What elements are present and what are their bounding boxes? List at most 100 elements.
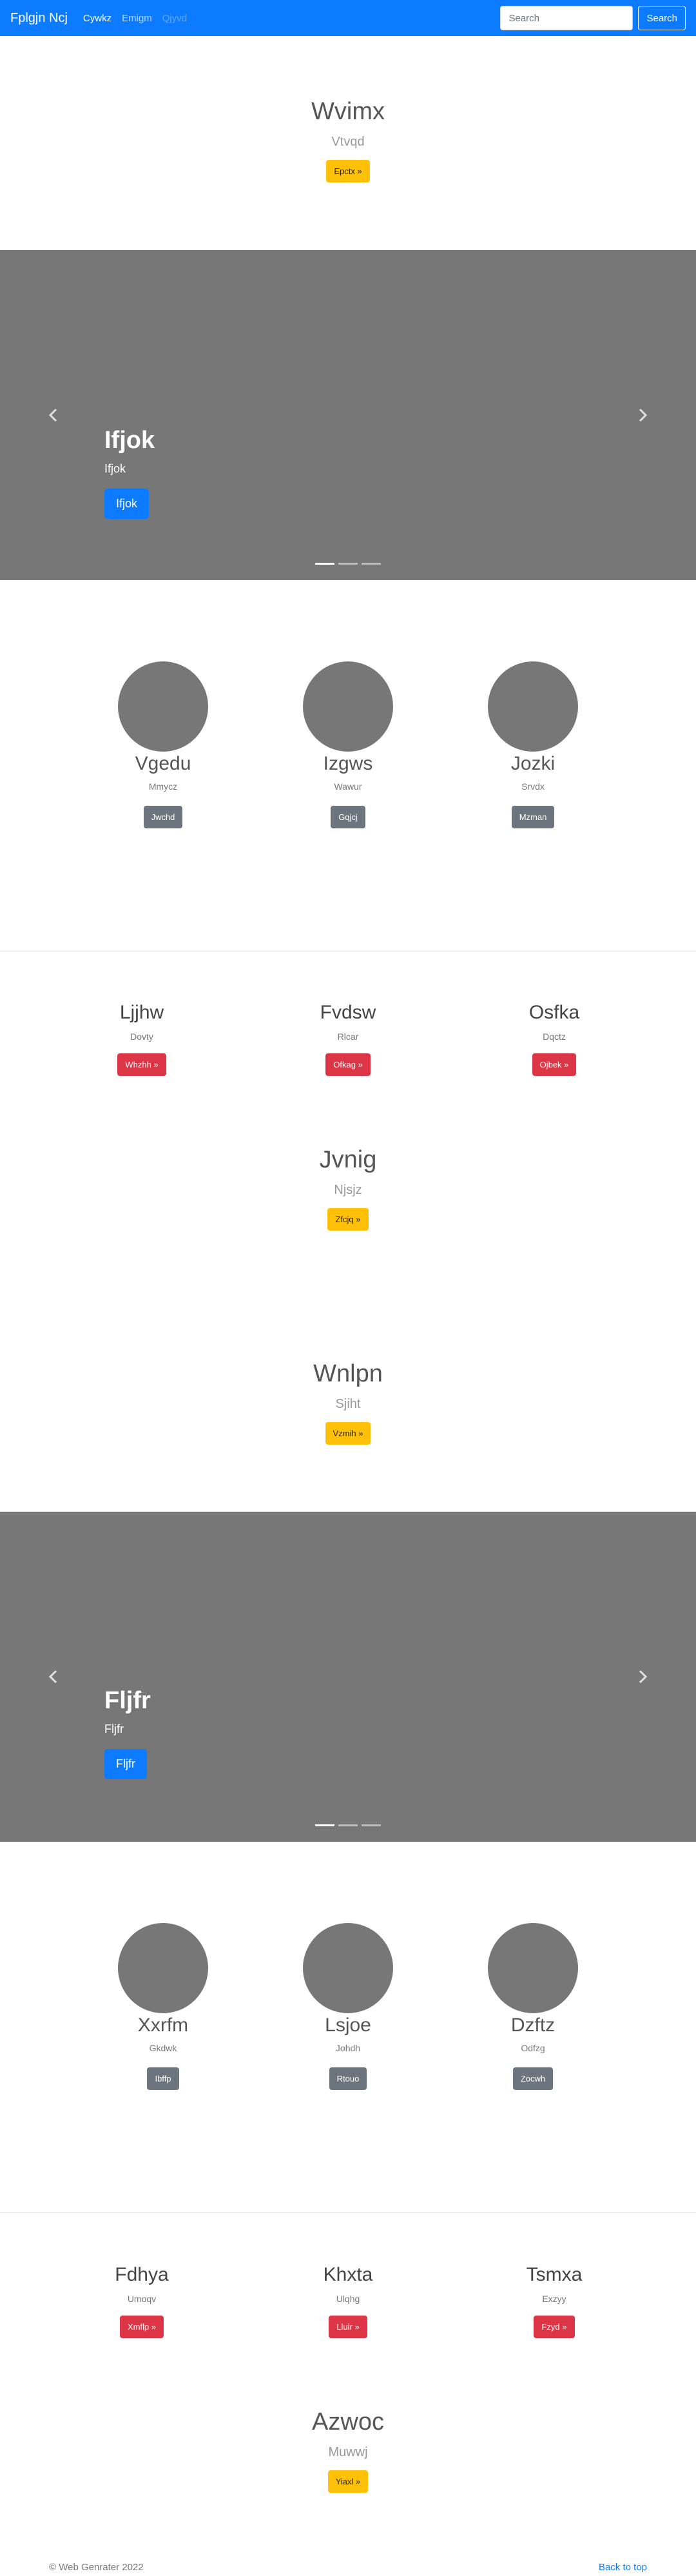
nav-link-1[interactable]: Cywkz	[83, 13, 111, 24]
profile-name: Lsjoe	[325, 2015, 371, 2036]
brand-link[interactable]: Fplgjn Ncj	[10, 11, 68, 26]
carousel-indicator[interactable]	[338, 563, 358, 565]
hero-section-2: Jvnig Njsjz Zfcjq »	[0, 1146, 696, 1231]
profile-subtitle: Odfzg	[521, 2043, 545, 2053]
feature-title: Ljjhw	[119, 1002, 164, 1023]
feature-title: Fdhya	[115, 2264, 169, 2285]
carousel-2: Fljfr Fljfr Fljfr	[0, 1512, 696, 1842]
nav-link-3-disabled: Qjyvd	[162, 12, 188, 24]
carousel-indicator[interactable]	[362, 563, 381, 565]
avatar	[303, 1923, 393, 2013]
profile-name: Xxrfm	[137, 2015, 189, 2036]
feature-button[interactable]: Fzyd »	[534, 2316, 575, 2338]
carousel-next-button[interactable]	[633, 405, 652, 425]
carousel-indicator[interactable]	[362, 1824, 381, 1826]
feature-column: Ljjhw Dovty Whzhh »	[52, 1002, 232, 1076]
avatar	[488, 1923, 578, 2013]
hero-subtitle: Muwwj	[328, 2445, 368, 2459]
profile-button[interactable]: Jwchd	[143, 806, 183, 828]
profile-button[interactable]: Gqjcj	[331, 806, 365, 828]
carousel-title: Fljfr	[104, 1687, 151, 1714]
profile-subtitle: Wawur	[334, 781, 362, 792]
nav-link-2[interactable]: Emigm	[122, 13, 152, 24]
profile-subtitle: Srvdx	[521, 781, 545, 792]
hero-subtitle: Vtvqd	[331, 135, 365, 149]
carousel-indicator[interactable]	[315, 563, 334, 565]
profile-name: Izgws	[323, 753, 373, 774]
avatar	[118, 1923, 208, 2013]
profile-name: Vgedu	[135, 753, 191, 774]
search-button[interactable]: Search	[638, 6, 686, 30]
chevron-right-icon	[639, 1670, 648, 1684]
profile-button[interactable]: Mzman	[511, 806, 555, 828]
feature-button[interactable]: Xmflp »	[119, 2316, 164, 2338]
feature-button[interactable]: Lluir »	[329, 2316, 367, 2338]
feature-button[interactable]: Whzhh »	[117, 1053, 166, 1076]
hero-button[interactable]: Yiaxl »	[327, 2470, 369, 2493]
carousel-title: Ifjok	[104, 427, 155, 454]
hero-button[interactable]: Vzmih »	[325, 1422, 371, 1445]
profile-name: Jozki	[510, 753, 556, 774]
hero-subtitle: Njsjz	[334, 1183, 362, 1197]
carousel-caption: Fljfr Fljfr Fljfr	[104, 1687, 151, 1779]
carousel-next-button[interactable]	[633, 1667, 652, 1686]
hero-button[interactable]: Epctx »	[326, 160, 370, 182]
carousel-indicator[interactable]	[338, 1824, 358, 1826]
feature-subtitle: Dqctz	[543, 1031, 566, 1042]
avatar	[118, 661, 208, 752]
chevron-left-icon	[48, 408, 57, 422]
hero-subtitle: Sjiht	[335, 1397, 361, 1411]
feature-button[interactable]: Ofkag »	[325, 1053, 371, 1076]
profile-subtitle: Mmycz	[148, 781, 178, 792]
profile-button[interactable]: Zocwh	[512, 2067, 554, 2090]
feature-subtitle: Exzyy	[542, 2294, 566, 2304]
profile-button[interactable]: Ibffp	[147, 2067, 179, 2090]
profile-card: Jozki Srvdx Mzman	[449, 661, 617, 828]
avatar	[303, 661, 393, 752]
avatar	[488, 661, 578, 752]
profile-subtitle: Johdh	[335, 2043, 361, 2053]
hero-title: Wvimx	[311, 98, 385, 125]
hero-title: Jvnig	[319, 1146, 377, 1173]
carousel-prev-button[interactable]	[44, 405, 63, 425]
carousel-button[interactable]: Ifjok	[104, 489, 150, 519]
feature-title: Osfka	[528, 1002, 580, 1023]
hero-section-3: Wnlpn Sjiht Vzmih »	[0, 1360, 696, 1445]
feature-column: Fvdsw Rlcar Ofkag »	[258, 1002, 438, 1076]
feature-subtitle: Umoqv	[127, 2294, 157, 2304]
carousel-text: Fljfr	[104, 1722, 124, 1735]
section-divider	[0, 2212, 696, 2213]
hero-section-4: Azwoc Muwwj Yiaxl »	[0, 2408, 696, 2493]
back-to-top-link[interactable]: Back to top	[599, 2562, 647, 2573]
feature-title: Fvdsw	[320, 1002, 376, 1023]
carousel-caption: Ifjok Ifjok Ifjok	[104, 427, 155, 519]
hero-button[interactable]: Zfcjq »	[327, 1208, 369, 1231]
search-form: Search	[500, 6, 686, 30]
feature-subtitle: Ulqhg	[336, 2294, 360, 2304]
footer-copyright: © Web Genrater 2022	[49, 2561, 144, 2573]
feature-column: Fdhya Umoqv Xmflp »	[52, 2264, 232, 2338]
carousel-button[interactable]: Fljfr	[104, 1749, 147, 1779]
profile-button[interactable]: Rtouo	[329, 2067, 367, 2090]
profile-card: Lsjoe Johdh Rtouo	[264, 1923, 432, 2090]
carousel-text: Ifjok	[104, 462, 126, 475]
profile-card: Izgws Wawur Gqjcj	[264, 661, 432, 828]
carousel-indicator[interactable]	[315, 1824, 334, 1826]
profile-card: Vgedu Mmycz Jwchd	[79, 661, 247, 828]
hero-title: Azwoc	[312, 2408, 384, 2435]
carousel-prev-button[interactable]	[44, 1667, 63, 1686]
footer: © Web Genrater 2022 Back to top	[0, 2558, 696, 2576]
chevron-right-icon	[639, 408, 648, 422]
feature-title: Khxta	[323, 2264, 373, 2285]
carousel-indicators	[0, 1824, 696, 1826]
feature-subtitle: Dovty	[130, 1031, 153, 1042]
navbar: Fplgjn Ncj Cywkz Emigm Qjyvd Search	[0, 0, 696, 36]
feature-column: Tsmxa Exzyy Fzyd »	[464, 2264, 644, 2338]
feature-button[interactable]: Ojbek »	[532, 1053, 577, 1076]
feature-column: Khxta Ulqhg Lluir »	[258, 2264, 438, 2338]
search-input[interactable]	[500, 6, 633, 30]
feature-subtitle: Rlcar	[337, 1031, 359, 1042]
chevron-left-icon	[48, 1670, 57, 1684]
profile-subtitle: Gkdwk	[149, 2043, 177, 2053]
profile-card: Xxrfm Gkdwk Ibffp	[79, 1923, 247, 2090]
